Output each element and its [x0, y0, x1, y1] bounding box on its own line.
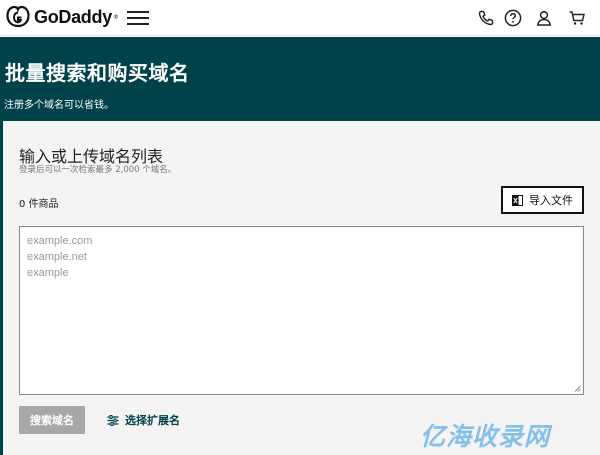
user-icon[interactable] [535, 9, 553, 27]
cart-icon[interactable] [568, 9, 586, 27]
search-domains-label: 搜索域名 [30, 414, 74, 427]
item-count: 0 件商品 [19, 199, 59, 210]
excel-file-icon [512, 194, 523, 206]
godaddy-logo-icon [6, 5, 30, 28]
placeholder-line: example.net [27, 251, 87, 263]
select-extensions-button[interactable]: 选择扩展名 [107, 412, 180, 428]
trademark-symbol: ® [112, 13, 119, 21]
brand-name: GoDaddy [34, 6, 112, 27]
hero-banner: 批量搜索和购买域名 注册多个域名可以省钱。 [0, 37, 600, 121]
placeholder-line: example.com [27, 235, 93, 247]
page-title: 批量搜索和购买域名 [5, 61, 190, 85]
domain-list-textarea[interactable]: example.com example.net example [19, 226, 584, 395]
hamburger-menu-icon[interactable] [127, 11, 149, 25]
page-subtitle: 注册多个域名可以省钱。 [4, 100, 114, 111]
card-hint: 登录后可以一次检索最多 2,000 个域名。 [19, 165, 177, 175]
select-extensions-label: 选择扩展名 [125, 414, 180, 427]
import-file-label: 导入文件 [529, 194, 573, 207]
godaddy-logo[interactable]: GoDaddy ® [5, 5, 119, 29]
phone-icon[interactable] [477, 9, 495, 27]
placeholder-line: example [27, 267, 69, 279]
watermark: 亿海收录网 [420, 422, 551, 451]
top-navigation-bar: GoDaddy ® [0, 0, 600, 36]
search-domains-button[interactable]: 搜索域名 [19, 406, 85, 434]
resize-handle-icon[interactable] [574, 385, 581, 392]
sliders-icon [107, 414, 119, 426]
help-icon[interactable] [504, 9, 522, 27]
import-file-button[interactable]: 导入文件 [501, 186, 584, 214]
